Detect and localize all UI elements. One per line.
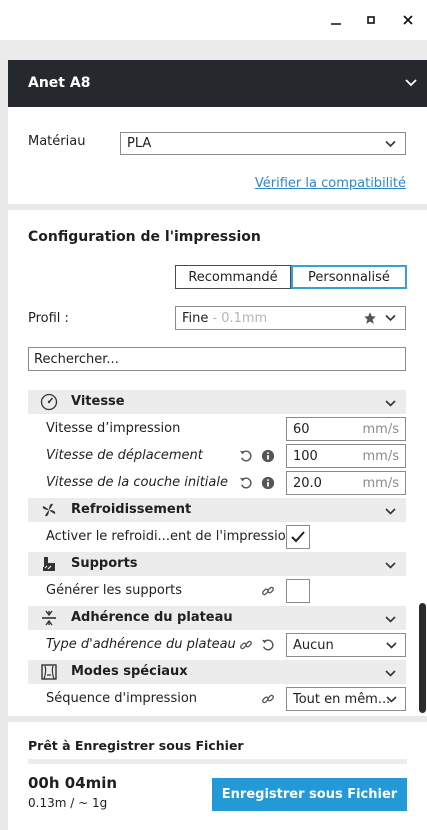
printer-selector[interactable]: Anet A8 [8, 60, 427, 107]
category-label: Vitesse [71, 394, 125, 409]
adhesion-icon [40, 609, 58, 627]
material-value: PLA [127, 136, 152, 151]
profile-select[interactable]: Fine - 0.1mm [175, 306, 406, 330]
print-settings-panel: Configuration de l'impression Recommandé… [8, 210, 427, 716]
travel-speed-input[interactable]: 100 mm/s [286, 444, 406, 468]
reset-icon[interactable] [238, 448, 254, 464]
check-compatibility-link[interactable]: Vérifier la compatibilité [255, 176, 406, 191]
reset-icon[interactable] [260, 637, 276, 653]
field-unit: mm/s [362, 448, 399, 464]
chevron-down-icon [386, 692, 397, 707]
adhesion-type-select[interactable]: Aucun [286, 633, 406, 657]
profile-layer-height: - 0.1mm [212, 310, 268, 326]
minimize-icon[interactable] [326, 10, 346, 30]
output-status-title: Prêt à Enregistrer sous Fichier [28, 738, 244, 753]
save-to-file-button[interactable]: Enregistrer sous Fichier [212, 778, 407, 811]
enable-cooling-checkbox[interactable] [286, 525, 310, 549]
link-icon[interactable] [260, 583, 276, 599]
setting-row: Type d'adhérence du plateau Aucun [28, 633, 406, 657]
settings-list: Vitesse Vitesse d’impression 60 mm/s Vit… [28, 390, 406, 714]
material-estimate: 0.13m / ~ 1g [28, 796, 108, 810]
close-icon[interactable] [398, 10, 418, 30]
chevron-down-icon [385, 558, 396, 573]
category-label: Refroidissement [71, 502, 192, 517]
setting-label: Vitesse de la couche initiale [46, 475, 228, 490]
speedometer-icon [40, 393, 58, 411]
setting-label: Vitesse d’impression [46, 421, 181, 436]
field-value: Tout en mêm... [293, 691, 391, 707]
print-speed-input[interactable]: 60 mm/s [286, 417, 406, 441]
settings-search-input[interactable]: Rechercher... [28, 347, 406, 371]
window-titlebar [0, 0, 427, 40]
link-icon[interactable] [260, 691, 276, 707]
settings-scrollbar[interactable] [419, 603, 426, 713]
reset-icon[interactable] [238, 475, 254, 491]
output-panel: Prêt à Enregistrer sous Fichier 00h 04mi… [8, 722, 427, 830]
material-label: Matériau [28, 134, 86, 149]
setting-label: Type d'adhérence du plateau [46, 637, 236, 652]
info-icon[interactable] [260, 448, 276, 464]
recommended-mode-button[interactable]: Recommandé [175, 265, 291, 289]
category-cooling[interactable]: Refroidissement [28, 498, 406, 522]
category-speed[interactable]: Vitesse [28, 390, 406, 414]
setting-row: Séquence d'impression Tout en mêm... [28, 687, 406, 711]
setting-row: Vitesse de la couche initiale 20.0 mm/s [28, 471, 406, 495]
profile-label: Profil : [28, 311, 69, 326]
print-sequence-select[interactable]: Tout en mêm... [286, 687, 406, 711]
initial-layer-speed-input[interactable]: 20.0 mm/s [286, 471, 406, 495]
category-label: Supports [71, 556, 138, 571]
category-label: Modes spéciaux [71, 664, 188, 679]
chevron-down-icon [385, 311, 396, 326]
star-icon[interactable] [363, 311, 377, 329]
field-unit: mm/s [362, 475, 399, 491]
printer-name: Anet A8 [28, 75, 91, 91]
support-icon [40, 555, 58, 573]
field-value: 20.0 [293, 475, 322, 491]
chevron-down-icon [386, 638, 397, 653]
setting-label: Activer le refroidi...ent de l'impressio… [46, 529, 294, 544]
category-label: Adhérence du plateau [71, 610, 233, 625]
chevron-down-icon [385, 396, 396, 411]
profile-value: Fine [182, 310, 209, 326]
fan-icon [40, 501, 58, 519]
category-adhesion[interactable]: Adhérence du plateau [28, 606, 406, 630]
field-value: 60 [293, 421, 310, 437]
category-special-modes[interactable]: Modes spéciaux [28, 660, 406, 684]
special-modes-icon [40, 663, 58, 681]
chevron-down-icon [405, 76, 417, 91]
material-select[interactable]: PLA [120, 132, 406, 155]
print-time: 00h 04min [28, 774, 118, 792]
chevron-down-icon [385, 666, 396, 681]
checkmark-icon [291, 531, 305, 543]
setting-row: Activer le refroidi...ent de l'impressio… [28, 525, 406, 549]
field-value: 100 [293, 448, 318, 464]
link-icon[interactable] [238, 637, 254, 653]
toolbar-strip [0, 40, 427, 60]
chevron-down-icon [385, 136, 396, 151]
custom-mode-button[interactable]: Personnalisé [291, 265, 407, 289]
field-value: Aucun [293, 637, 334, 653]
setting-row: Vitesse d’impression 60 mm/s [28, 417, 406, 441]
generate-supports-checkbox[interactable] [286, 579, 310, 603]
info-icon[interactable] [260, 475, 276, 491]
setting-label: Vitesse de déplacement [46, 448, 203, 463]
chevron-down-icon [385, 504, 396, 519]
chevron-down-icon [385, 612, 396, 627]
setting-label: Séquence d'impression [46, 691, 198, 706]
category-supports[interactable]: Supports [28, 552, 406, 576]
setting-row: Vitesse de déplacement 100 mm/s [28, 444, 406, 468]
setting-label: Générer les supports [46, 583, 183, 598]
field-unit: mm/s [362, 421, 399, 437]
setting-row: Générer les supports [28, 579, 406, 603]
panel-title: Configuration de l'impression [28, 229, 261, 245]
divider [28, 759, 407, 764]
maximize-icon[interactable] [361, 10, 381, 30]
material-panel: Matériau PLA Vérifier la compatibilité [8, 107, 427, 204]
